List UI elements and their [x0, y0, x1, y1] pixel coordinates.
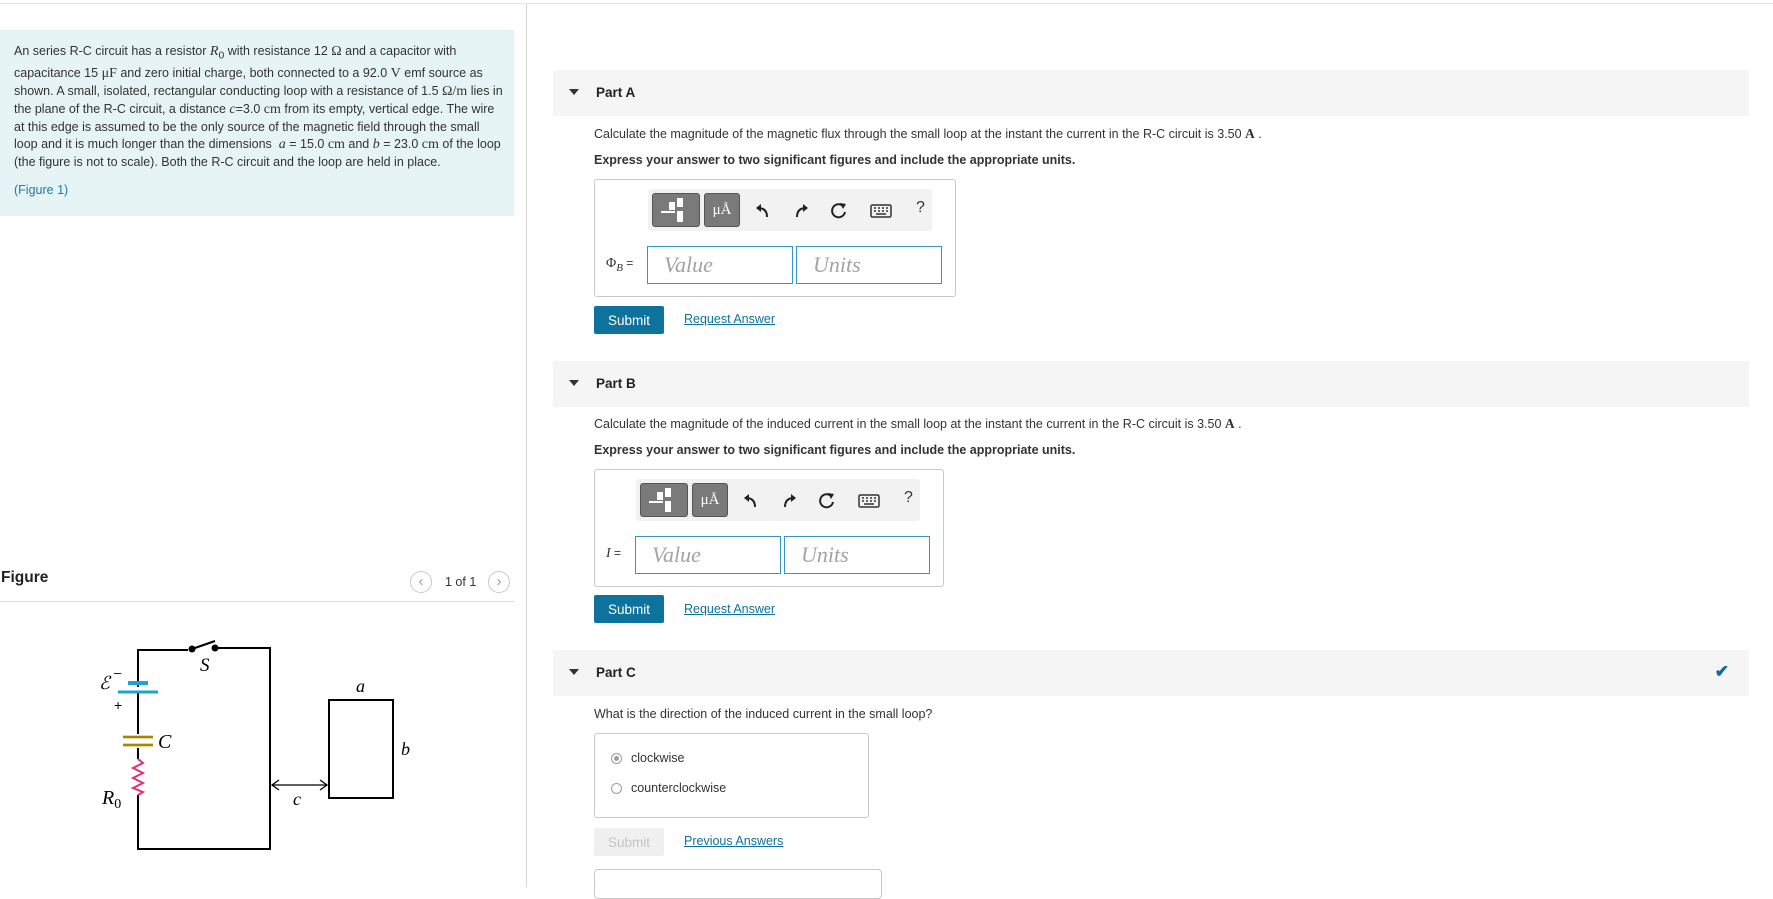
undo-icon[interactable] — [741, 491, 761, 511]
problem-text: An series R-C circuit has a resistor R0 … — [14, 44, 503, 169]
units-button[interactable]: μÅ — [704, 193, 740, 227]
battery — [118, 681, 158, 694]
figure-link[interactable]: (Figure 1) — [14, 183, 504, 197]
feedback-box — [594, 869, 882, 899]
radio-unselected[interactable] — [611, 783, 622, 794]
chevron-right-icon[interactable]: › — [488, 571, 510, 593]
part-a-variable-label: ΦB = — [606, 256, 634, 274]
part-a-toolbar: μÅ ? — [648, 189, 932, 231]
part-a-answer-box: μÅ ? ΦB = — [594, 179, 956, 297]
part-a-title: Part A — [596, 85, 636, 100]
keyboard-icon[interactable] — [858, 493, 880, 509]
part-c-title: Part C — [596, 665, 636, 680]
part-b-instructions: Express your answer to two significant f… — [594, 443, 1076, 457]
reset-icon[interactable] — [817, 491, 837, 511]
reset-icon[interactable] — [829, 201, 849, 221]
emf-label: ℰ — [99, 673, 112, 693]
figure-pager: 1 of 1 — [445, 575, 477, 589]
panel-divider — [526, 4, 527, 887]
part-b-header[interactable]: Part B — [553, 361, 1749, 407]
part-c-choices: clockwise counterclockwise — [594, 733, 869, 818]
help-icon[interactable]: ? — [916, 199, 925, 217]
top-rule — [0, 3, 1773, 4]
caret-down-icon — [569, 669, 579, 675]
previous-answers-link[interactable]: Previous Answers — [684, 834, 783, 848]
part-b-toolbar: μÅ ? — [636, 479, 920, 521]
capacitor-label: C — [158, 731, 172, 753]
distance-label-c: c — [293, 789, 301, 809]
caret-down-icon — [569, 89, 579, 95]
part-b-value-input[interactable] — [635, 536, 781, 574]
part-c-question: What is the direction of the induced cur… — [594, 707, 933, 721]
keyboard-icon[interactable] — [870, 203, 892, 219]
part-c-header[interactable]: Part C ✔ — [553, 650, 1749, 696]
small-loop — [328, 699, 394, 799]
chevron-left-icon[interactable]: ‹ — [410, 571, 432, 593]
redo-icon[interactable] — [791, 201, 811, 221]
part-c-submit-button[interactable]: Submit — [594, 828, 664, 856]
option-counterclockwise[interactable]: counterclockwise — [611, 781, 726, 795]
part-a-units-input[interactable] — [796, 246, 942, 284]
templates-icon[interactable] — [640, 483, 688, 517]
part-a-submit-button[interactable]: Submit — [594, 306, 664, 334]
help-icon[interactable]: ? — [904, 489, 913, 507]
part-a-header[interactable]: Part A — [553, 70, 1749, 116]
part-b-title: Part B — [596, 376, 636, 391]
part-a-question: Calculate the magnitude of the magnetic … — [594, 126, 1262, 141]
part-b-answer-box: μÅ ? I = — [594, 469, 944, 587]
loop-dimension-a: a — [356, 676, 365, 696]
problem-statement: An series R-C circuit has a resistor R0 … — [0, 30, 514, 216]
figure-header: Figure ‹ 1 of 1 › — [0, 565, 514, 602]
figure-title: Figure — [1, 569, 49, 586]
switch — [188, 640, 219, 653]
battery-plus: + — [114, 697, 122, 713]
option-clockwise[interactable]: clockwise — [611, 751, 685, 765]
part-a-request-answer-link[interactable]: Request Answer — [684, 312, 775, 326]
caret-down-icon — [569, 380, 579, 386]
checkmark-icon: ✔ — [1714, 662, 1729, 681]
undo-icon[interactable] — [753, 201, 773, 221]
resistor — [130, 758, 146, 796]
resistor-label: R0 — [101, 787, 121, 812]
switch-label: S — [200, 655, 210, 676]
part-b-request-answer-link[interactable]: Request Answer — [684, 602, 775, 616]
circuit-figure: S ℰ – + C R0 a b c — [99, 640, 410, 850]
battery-minus: – — [114, 665, 122, 680]
templates-icon[interactable] — [652, 193, 700, 227]
radio-selected[interactable] — [611, 753, 622, 764]
part-b-units-input[interactable] — [784, 536, 930, 574]
loop-dimension-b: b — [401, 739, 410, 759]
units-button[interactable]: μÅ — [692, 483, 728, 517]
part-b-question: Calculate the magnitude of the induced c… — [594, 416, 1242, 431]
part-a-instructions: Express your answer to two significant f… — [594, 153, 1076, 167]
redo-icon[interactable] — [779, 491, 799, 511]
part-b-submit-button[interactable]: Submit — [594, 595, 664, 623]
capacitor — [123, 735, 153, 747]
part-a-value-input[interactable] — [647, 246, 793, 284]
part-b-variable-label: I = — [606, 546, 622, 561]
